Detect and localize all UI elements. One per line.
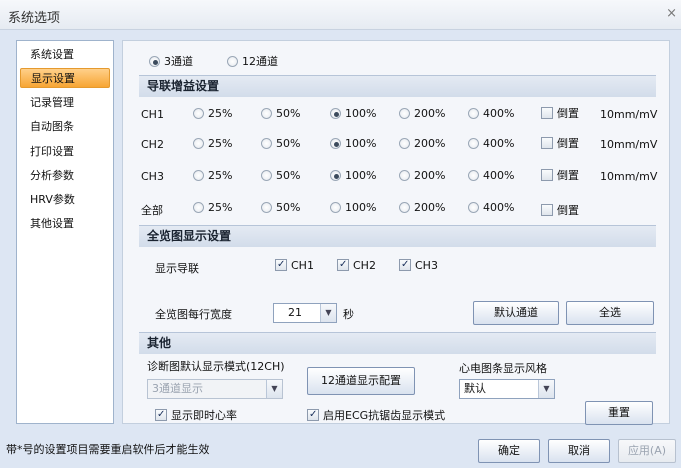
sidebar: 系统设置 显示设置 记录管理 自动图条 打印设置 分析参数 HRV参数 其他设置 xyxy=(16,40,114,424)
display-leads-label: 显示导联 xyxy=(155,262,199,275)
gain-row-ch3: CH3 25% 50% 100% 200% 400% 倒置 10mm/mV xyxy=(123,167,671,185)
sidebar-item-print[interactable]: 打印设置 xyxy=(20,142,110,162)
diag-mode-value: 3通道显示 xyxy=(152,382,203,395)
radio-ch2-50[interactable]: 50% xyxy=(261,137,300,150)
radio-3-channel[interactable]: 3通道 xyxy=(149,53,193,69)
gain-unit: 10mm/mV xyxy=(600,138,658,151)
radio-ch3-200[interactable]: 200% xyxy=(399,169,445,182)
content-panel: 3通道 12通道 导联增益设置 CH1 25% 50% 100% 200% 40… xyxy=(122,40,671,425)
row-width-unit: 秒 xyxy=(343,308,354,321)
reset-button[interactable]: 重置 xyxy=(585,401,653,425)
radio-all-100[interactable]: 100% xyxy=(330,201,376,214)
sidebar-item-records[interactable]: 记录管理 xyxy=(20,93,110,113)
radio-ch2-200[interactable]: 200% xyxy=(399,137,445,150)
title-bar: 系统选项 × xyxy=(0,0,681,30)
strip-style-value: 默认 xyxy=(464,382,486,395)
ok-button[interactable]: 确定 xyxy=(478,439,540,463)
diag-mode-label: 诊断图默认显示模式(12CH) xyxy=(147,360,285,373)
checkbox-all-invert[interactable]: 倒置 xyxy=(541,202,579,218)
radio-all-25[interactable]: 25% xyxy=(193,201,232,214)
checkbox-lead-ch3[interactable]: CH3 xyxy=(399,259,438,272)
checkbox-lead-ch2[interactable]: CH2 xyxy=(337,259,376,272)
radio-ch3-50[interactable]: 50% xyxy=(261,169,300,182)
checkbox-ch3-invert[interactable]: 倒置 xyxy=(541,167,579,183)
window-title: 系统选项 xyxy=(8,11,61,26)
radio-ch1-200[interactable]: 200% xyxy=(399,107,445,120)
strip-style-label: 心电图条显示风格 xyxy=(459,362,547,375)
apply-button: 应用(A) xyxy=(618,439,676,463)
row-width-label: 全览图每行宽度 xyxy=(155,308,232,321)
radio-icon xyxy=(149,56,160,67)
radio-ch3-100[interactable]: 100% xyxy=(330,169,376,182)
radio-ch3-400[interactable]: 400% xyxy=(468,169,514,182)
twelve-channel-config-button[interactable]: 12通道显示配置 xyxy=(307,367,415,395)
sidebar-item-other[interactable]: 其他设置 xyxy=(20,214,110,234)
gain-row-label: CH3 xyxy=(141,170,164,183)
strip-style-combo[interactable]: 默认 ▼ xyxy=(459,379,555,399)
radio-ch3-25[interactable]: 25% xyxy=(193,169,232,182)
sidebar-item-analysis[interactable]: 分析参数 xyxy=(20,166,110,186)
chevron-down-icon[interactable]: ▼ xyxy=(538,380,554,398)
radio-icon xyxy=(227,56,238,67)
diag-mode-combo: 3通道显示 ▼ xyxy=(147,379,283,399)
radio-ch1-25[interactable]: 25% xyxy=(193,107,232,120)
other-section-header: 其他 xyxy=(139,332,656,354)
radio-ch1-100[interactable]: 100% xyxy=(330,107,376,120)
radio-ch1-50[interactable]: 50% xyxy=(261,107,300,120)
gain-section-header: 导联增益设置 xyxy=(139,75,656,97)
gain-row-ch2: CH2 25% 50% 100% 200% 400% 倒置 10mm/mV xyxy=(123,135,671,153)
gain-row-ch1: CH1 25% 50% 100% 200% 400% 倒置 10mm/mV xyxy=(123,105,671,123)
sidebar-item-display[interactable]: 显示设置 xyxy=(20,68,110,88)
gain-row-label: CH1 xyxy=(141,108,164,121)
gain-unit: 10mm/mV xyxy=(600,170,658,183)
sidebar-item-system[interactable]: 系统设置 xyxy=(20,45,110,65)
checkbox-ecg-antialias[interactable]: 启用ECG抗锯齿显示模式 xyxy=(307,407,445,423)
sidebar-item-auto-strip[interactable]: 自动图条 xyxy=(20,117,110,137)
checkbox-ch1-invert[interactable]: 倒置 xyxy=(541,105,579,121)
checkbox-ch2-invert[interactable]: 倒置 xyxy=(541,135,579,151)
close-icon[interactable]: × xyxy=(666,6,677,21)
gain-row-all: 全部 25% 50% 100% 200% 400% 倒置 xyxy=(123,199,671,217)
radio-all-400[interactable]: 400% xyxy=(468,201,514,214)
checkbox-show-heart-rate[interactable]: 显示即时心率 xyxy=(155,407,237,423)
radio-ch2-400[interactable]: 400% xyxy=(468,137,514,150)
radio-all-50[interactable]: 50% xyxy=(261,201,300,214)
row-width-value: 21 xyxy=(288,306,302,319)
gain-unit: 10mm/mV xyxy=(600,108,658,121)
chevron-down-icon: ▼ xyxy=(266,380,282,398)
radio-ch2-100[interactable]: 100% xyxy=(330,137,376,150)
checkbox-lead-ch1[interactable]: CH1 xyxy=(275,259,314,272)
gain-row-label: 全部 xyxy=(141,204,163,217)
default-channels-button[interactable]: 默认通道 xyxy=(473,301,559,325)
gain-row-label: CH2 xyxy=(141,138,164,151)
chevron-down-icon[interactable]: ▼ xyxy=(320,304,336,322)
sidebar-item-hrv[interactable]: HRV参数 xyxy=(20,190,110,210)
row-width-combo[interactable]: 21 ▼ xyxy=(273,303,337,323)
radio-12-channel[interactable]: 12通道 xyxy=(227,53,278,69)
radio-all-200[interactable]: 200% xyxy=(399,201,445,214)
cancel-button[interactable]: 取消 xyxy=(548,439,610,463)
radio-ch1-400[interactable]: 400% xyxy=(468,107,514,120)
select-all-button[interactable]: 全选 xyxy=(566,301,654,325)
restart-note: 带*号的设置项目需要重启软件后才能生效 xyxy=(6,443,210,456)
radio-ch2-25[interactable]: 25% xyxy=(193,137,232,150)
overview-section-header: 全览图显示设置 xyxy=(139,225,656,247)
